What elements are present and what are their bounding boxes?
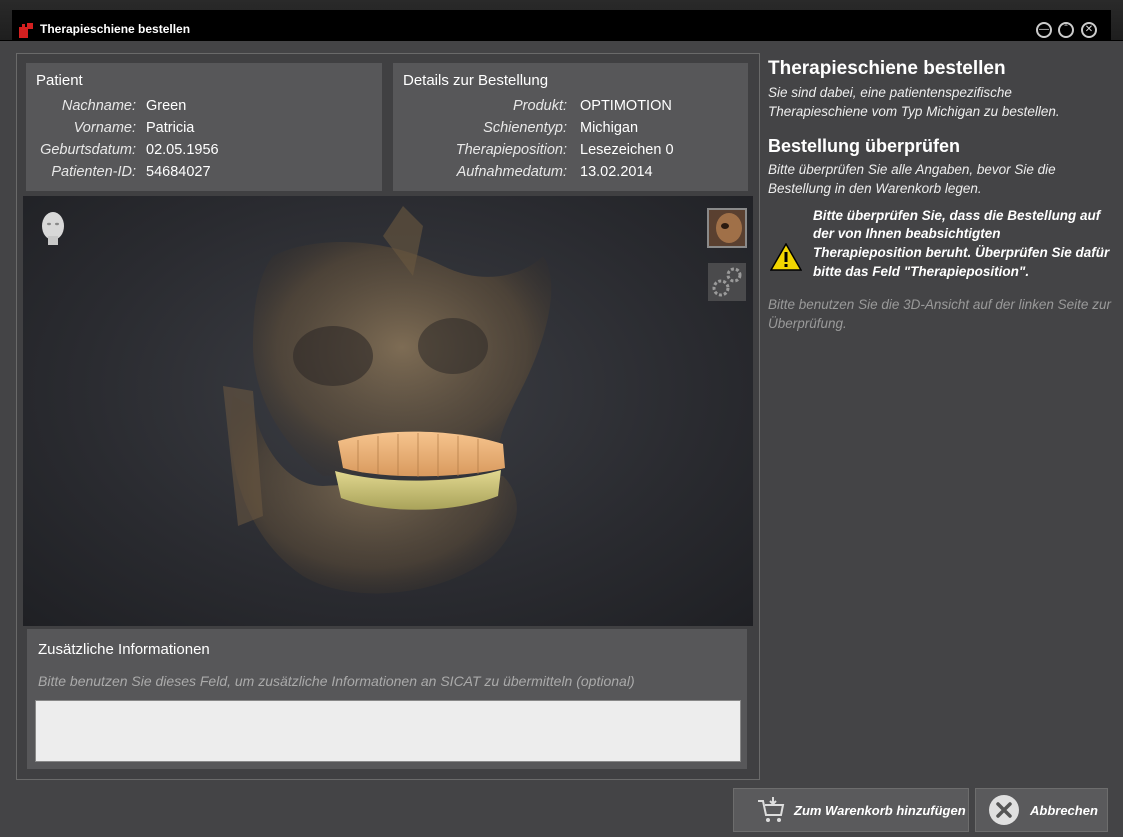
additional-info-panel: Zusätzliche Informationen Bitte benutzen… <box>27 629 747 769</box>
left-content-area: Patient Nachname: Vorname: Geburtsdatum:… <box>16 53 760 780</box>
add-to-cart-button[interactable]: Zum Warenkorb hinzufügen <box>733 788 969 832</box>
product-label: Produkt: <box>513 98 567 114</box>
warning-icon <box>770 242 802 271</box>
patient-values: Green Patricia 02.05.1956 54684027 <box>146 98 346 188</box>
maximize-button[interactable]: ˆ <box>1058 22 1074 38</box>
splint-type-label: Schienentyp: <box>483 120 567 136</box>
instructions-panel: Therapieschiene bestellen Sie sind dabei… <box>768 58 1113 334</box>
acquisition-date-value: 13.02.2014 <box>580 164 653 180</box>
warning-box: Bitte überprüfen Sie, dass die Bestellun… <box>768 207 1113 283</box>
shopping-cart-icon <box>758 797 785 822</box>
head-orientation-icon[interactable] <box>33 208 73 248</box>
therapy-position-value: Lesezeichen 0 <box>580 142 674 158</box>
volume-rendering-icon[interactable] <box>707 208 747 248</box>
3d-viewer[interactable] <box>23 196 753 626</box>
instructions-title: Therapieschiene bestellen <box>768 58 1006 79</box>
minus-icon: — <box>1039 24 1049 35</box>
order-fields: Produkt: Schienentyp: Therapieposition: … <box>393 98 567 188</box>
app-logo-icon <box>19 23 33 38</box>
firstname-value: Patricia <box>146 120 195 136</box>
3d-view-hint: Bitte benutzen Sie die 3D-Ansicht auf de… <box>768 297 1111 332</box>
patient-heading: Patient <box>36 72 83 89</box>
patient-id-label: Patienten-ID: <box>51 164 136 180</box>
title-bar: Therapieschiene bestellen — ˆ ✕ <box>0 0 1123 41</box>
additional-info-heading: Zusätzliche Informationen <box>38 641 210 658</box>
settings-gears-icon[interactable] <box>707 262 747 302</box>
window-title: Therapieschiene bestellen <box>40 22 191 36</box>
cancel-button[interactable]: Abbrechen <box>975 788 1108 832</box>
warning-text: Bitte überprüfen Sie, dass die Bestellun… <box>813 207 1110 280</box>
close-button[interactable]: ✕ <box>1081 22 1097 38</box>
patient-panel: Patient Nachname: Vorname: Geburtsdatum:… <box>26 63 382 191</box>
cancel-label: Abbrechen <box>1030 802 1098 818</box>
instructions-intro: Sie sind dabei, eine patientenspezifisch… <box>768 85 1060 119</box>
order-details-panel: Details zur Bestellung Produkt: Schienen… <box>393 63 748 191</box>
birthdate-value: 02.05.1956 <box>146 142 219 158</box>
cancel-icon <box>989 795 1019 825</box>
order-dialog-window: Therapieschiene bestellen — ˆ ✕ Patient … <box>0 0 1123 837</box>
order-values: OPTIMOTION Michigan Lesezeichen 0 13.02.… <box>580 98 740 188</box>
close-icon: ✕ <box>1084 24 1094 35</box>
order-details-heading: Details zur Bestellung <box>403 72 549 89</box>
skull-rendering <box>223 206 552 594</box>
review-text: Bitte überprüfen Sie alle Angaben, bevor… <box>768 161 1056 196</box>
patient-id-value: 54684027 <box>146 164 211 180</box>
additional-info-hint: Bitte benutzen Sie dieses Feld, um zusät… <box>38 673 635 689</box>
splint-type-value: Michigan <box>580 120 639 136</box>
additional-info-input[interactable] <box>35 700 741 762</box>
add-to-cart-label: Zum Warenkorb hinzufügen <box>794 802 966 818</box>
chevron-up-icon: ˆ <box>1064 24 1068 35</box>
minimize-button[interactable]: — <box>1036 22 1052 38</box>
acquisition-date-label: Aufnahmedatum: <box>456 164 567 180</box>
therapy-position-label: Therapieposition: <box>455 142 567 158</box>
lastname-value: Green <box>146 98 187 114</box>
product-value: OPTIMOTION <box>580 98 672 114</box>
lastname-label: Nachname: <box>61 98 136 114</box>
firstname-label: Vorname: <box>73 120 136 136</box>
patient-fields: Nachname: Vorname: Geburtsdatum: Patient… <box>26 98 136 188</box>
birthdate-label: Geburtsdatum: <box>40 142 136 158</box>
review-heading: Bestellung überprüfen <box>768 135 961 156</box>
